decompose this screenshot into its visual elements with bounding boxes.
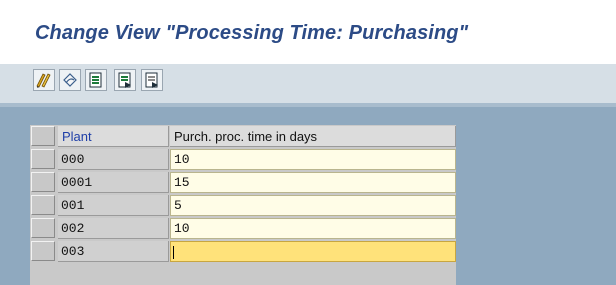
row-selector[interactable] xyxy=(31,241,55,261)
select-block-button[interactable] xyxy=(114,69,136,91)
column-header-plant[interactable]: Plant xyxy=(58,126,169,147)
table-row: 002 10 xyxy=(30,217,456,240)
proc-time-input-active[interactable] xyxy=(170,241,456,262)
undo-icon xyxy=(61,71,79,89)
row-selector[interactable] xyxy=(31,172,55,192)
title-bar: Change View "Processing Time: Purchasing… xyxy=(0,0,616,64)
toolbar-separator xyxy=(0,103,616,107)
display-change-button[interactable] xyxy=(33,69,55,91)
undo-button[interactable] xyxy=(59,69,81,91)
display-change-icon xyxy=(35,71,53,89)
select-block-icon xyxy=(116,71,134,89)
select-all-icon xyxy=(87,71,105,89)
select-all-button[interactable] xyxy=(85,69,107,91)
deselect-all-button[interactable] xyxy=(141,69,163,91)
table-row: 0001 15 xyxy=(30,171,456,194)
plant-cell: 0001 xyxy=(58,172,169,193)
proc-time-input[interactable]: 5 xyxy=(170,195,456,216)
plant-cell: 001 xyxy=(58,195,169,216)
text-cursor xyxy=(173,246,174,259)
table-row: 001 5 xyxy=(30,194,456,217)
proc-time-input[interactable]: 10 xyxy=(170,218,456,239)
deselect-all-icon xyxy=(143,71,161,89)
proc-time-input[interactable]: 15 xyxy=(170,172,456,193)
plant-cell: 000 xyxy=(58,149,169,170)
row-selector[interactable] xyxy=(31,218,55,238)
page-title: Change View "Processing Time: Purchasing… xyxy=(35,22,469,44)
table-row: 000 10 xyxy=(30,148,456,171)
plant-cell: 002 xyxy=(58,218,169,239)
table-control: Plant Purch. proc. time in days 000 10 0… xyxy=(30,125,456,285)
select-all-rows-button[interactable] xyxy=(31,126,55,146)
table-row: 003 xyxy=(30,240,456,263)
plant-cell: 003 xyxy=(58,241,169,262)
proc-time-input[interactable]: 10 xyxy=(170,149,456,170)
row-selector[interactable] xyxy=(31,195,55,215)
column-header-proc-time[interactable]: Purch. proc. time in days xyxy=(170,126,456,147)
application-toolbar xyxy=(0,64,616,104)
row-selector[interactable] xyxy=(31,149,55,169)
table-header-row: Plant Purch. proc. time in days xyxy=(30,125,456,148)
